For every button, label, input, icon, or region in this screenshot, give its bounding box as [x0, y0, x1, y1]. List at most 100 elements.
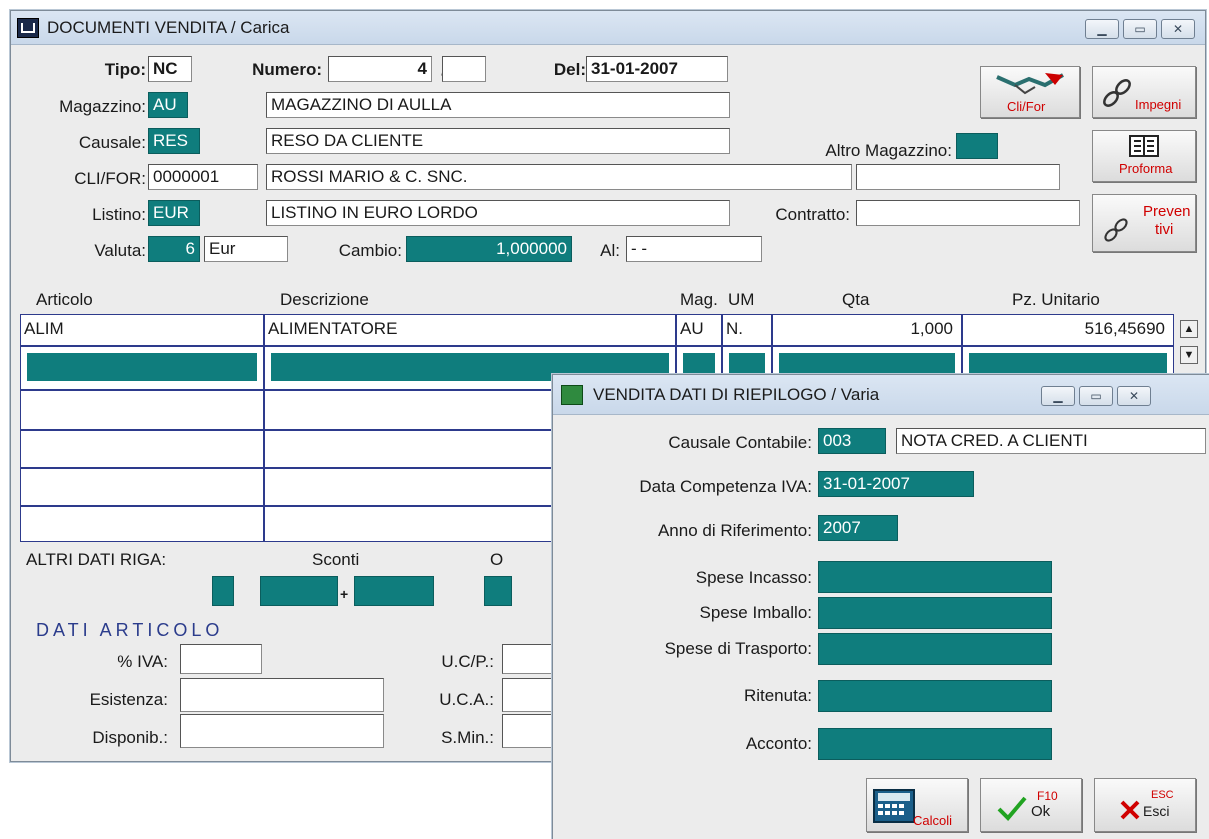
- clifor-button[interactable]: Cli/For: [980, 66, 1080, 118]
- spese-imballo-label: Spese Imballo:: [699, 603, 812, 622]
- acconto-field[interactable]: [818, 728, 1052, 760]
- table-row-empty[interactable]: [20, 468, 264, 506]
- table-row-empty[interactable]: [20, 506, 264, 542]
- cell-articolo[interactable]: ALIM: [20, 314, 264, 346]
- causale-contabile-label: Causale Contabile:: [668, 433, 812, 452]
- cell-descrizione[interactable]: ALIMENTATORE: [264, 314, 676, 346]
- ucp-field[interactable]: [502, 644, 552, 674]
- esistenza-label: Esistenza:: [89, 690, 168, 709]
- cell-qta[interactable]: 1,000: [772, 314, 962, 346]
- clifor-label: CLI/FOR:: [74, 169, 146, 188]
- clifor-extra-field[interactable]: [856, 164, 1060, 190]
- calcoli-button[interactable]: Calcoli: [866, 778, 968, 832]
- altro-magazzino-label: Altro Magazzino:: [825, 141, 952, 160]
- listino-desc-field[interactable]: LISTINO IN EURO LORDO: [266, 200, 730, 226]
- data-competenza-field[interactable]: 31-01-2007: [818, 471, 974, 497]
- impegni-button[interactable]: Impegni: [1092, 66, 1196, 118]
- numero-label: Numero:: [252, 60, 322, 79]
- cell-pz-unitario[interactable]: 516,45690: [962, 314, 1174, 346]
- anno-riferimento-label: Anno di Riferimento:: [657, 521, 812, 540]
- esci-key-label: ESC: [1151, 789, 1174, 801]
- preventivi-button-label-2: tivi: [1155, 221, 1174, 238]
- chain-icon: [1104, 218, 1128, 242]
- esci-button-label: Esci: [1143, 803, 1170, 819]
- tipo-label: Tipo:: [104, 60, 146, 79]
- clifor-button-label: Cli/For: [1007, 99, 1046, 114]
- anno-riferimento-field[interactable]: 2007: [818, 515, 898, 541]
- magazzino-code-field[interactable]: AU: [148, 92, 188, 118]
- table-row-empty[interactable]: [264, 430, 564, 468]
- main-title: DOCUMENTI VENDITA / Carica: [47, 17, 290, 37]
- clifor-desc-field[interactable]: ROSSI MARIO & C. SNC.: [266, 164, 852, 190]
- spese-imballo-field[interactable]: [818, 597, 1052, 629]
- cell-mag[interactable]: AU: [676, 314, 722, 346]
- esistenza-field[interactable]: [180, 678, 384, 712]
- al-field[interactable]: - -: [626, 236, 762, 262]
- smin-field[interactable]: [502, 714, 552, 748]
- col-header-qta: Qta: [842, 290, 870, 309]
- riga-flag-field[interactable]: [212, 576, 234, 606]
- o-label: O: [490, 550, 504, 569]
- iva-field[interactable]: [180, 644, 262, 674]
- causale-desc-field[interactable]: RESO DA CLIENTE: [266, 128, 730, 154]
- calculator-icon: [873, 789, 915, 823]
- chain-icon: [1103, 79, 1131, 107]
- spese-trasporto-field[interactable]: [818, 633, 1052, 665]
- numero-suffix-field[interactable]: [442, 56, 486, 82]
- listino-code-field[interactable]: EUR: [148, 200, 200, 226]
- col-header-articolo: Articolo: [36, 290, 93, 309]
- spese-incasso-field[interactable]: [818, 561, 1052, 593]
- cambio-field[interactable]: 1,000000: [406, 236, 572, 262]
- close-button[interactable]: ✕: [1161, 19, 1195, 39]
- data-competenza-label: Data Competenza IVA:: [639, 477, 812, 496]
- ok-button-label: Ok: [1031, 803, 1051, 820]
- altro-magazzino-field[interactable]: [956, 133, 998, 159]
- table-row-empty[interactable]: [264, 468, 564, 506]
- main-titlebar[interactable]: DOCUMENTI VENDITA / Carica ▁ ▭ ✕: [11, 11, 1205, 45]
- clifor-code-field[interactable]: 0000001: [148, 164, 258, 190]
- contratto-label: Contratto:: [775, 205, 850, 224]
- table-row-empty[interactable]: [20, 390, 264, 430]
- ok-button[interactable]: F10 Ok: [980, 778, 1082, 832]
- dialog-close-button[interactable]: ✕: [1117, 386, 1151, 406]
- dialog-minimize-button[interactable]: ▁: [1041, 386, 1075, 406]
- table-row-empty[interactable]: [264, 506, 564, 542]
- dialog-titlebar[interactable]: VENDITA DATI DI RIEPILOGO / Varia ▁ ▭ ✕: [553, 375, 1209, 415]
- del-label: Del:: [553, 60, 586, 79]
- cell-um[interactable]: N.: [722, 314, 772, 346]
- minimize-button[interactable]: ▁: [1085, 19, 1119, 39]
- disponib-field[interactable]: [180, 714, 384, 748]
- table-row-empty[interactable]: [264, 390, 564, 430]
- numero-field[interactable]: 4: [328, 56, 432, 82]
- esci-button[interactable]: ESC Esci: [1094, 778, 1196, 832]
- scroll-down-button[interactable]: ▼: [1180, 346, 1198, 364]
- dialog-title: VENDITA DATI DI RIEPILOGO / Varia: [593, 384, 880, 404]
- dialog-maximize-button[interactable]: ▭: [1079, 386, 1113, 406]
- cell-articolo-active[interactable]: [20, 346, 264, 390]
- uca-label: U.C.A.:: [439, 690, 494, 709]
- causale-label: Causale:: [78, 133, 146, 152]
- ritenuta-field[interactable]: [818, 680, 1052, 712]
- sconto2-field[interactable]: [354, 576, 434, 606]
- impegni-button-label: Impegni: [1135, 97, 1182, 112]
- acconto-label: Acconto:: [745, 734, 812, 753]
- causale-contabile-desc-field[interactable]: NOTA CRED. A CLIENTI: [896, 428, 1206, 454]
- valuta-symbol-field[interactable]: Eur: [204, 236, 288, 262]
- dialog-app-icon: [561, 384, 583, 405]
- causale-contabile-code-field[interactable]: 003: [818, 428, 886, 454]
- o-field[interactable]: [484, 576, 512, 606]
- cambio-label: Cambio:: [338, 241, 402, 260]
- magazzino-desc-field[interactable]: MAGAZZINO DI AULLA: [266, 92, 730, 118]
- contratto-field[interactable]: [856, 200, 1080, 226]
- scroll-up-button[interactable]: ▲: [1180, 320, 1198, 338]
- valuta-code-field[interactable]: 6: [148, 236, 200, 262]
- table-row-empty[interactable]: [20, 430, 264, 468]
- tipo-field[interactable]: NC: [148, 56, 192, 82]
- del-field[interactable]: 31-01-2007: [586, 56, 728, 82]
- sconto1-field[interactable]: [260, 576, 338, 606]
- uca-field[interactable]: [502, 678, 552, 712]
- causale-code-field[interactable]: RES: [148, 128, 200, 154]
- maximize-button[interactable]: ▭: [1123, 19, 1157, 39]
- preventivi-button[interactable]: Preven tivi: [1092, 194, 1196, 252]
- proforma-button[interactable]: Proforma: [1092, 130, 1196, 182]
